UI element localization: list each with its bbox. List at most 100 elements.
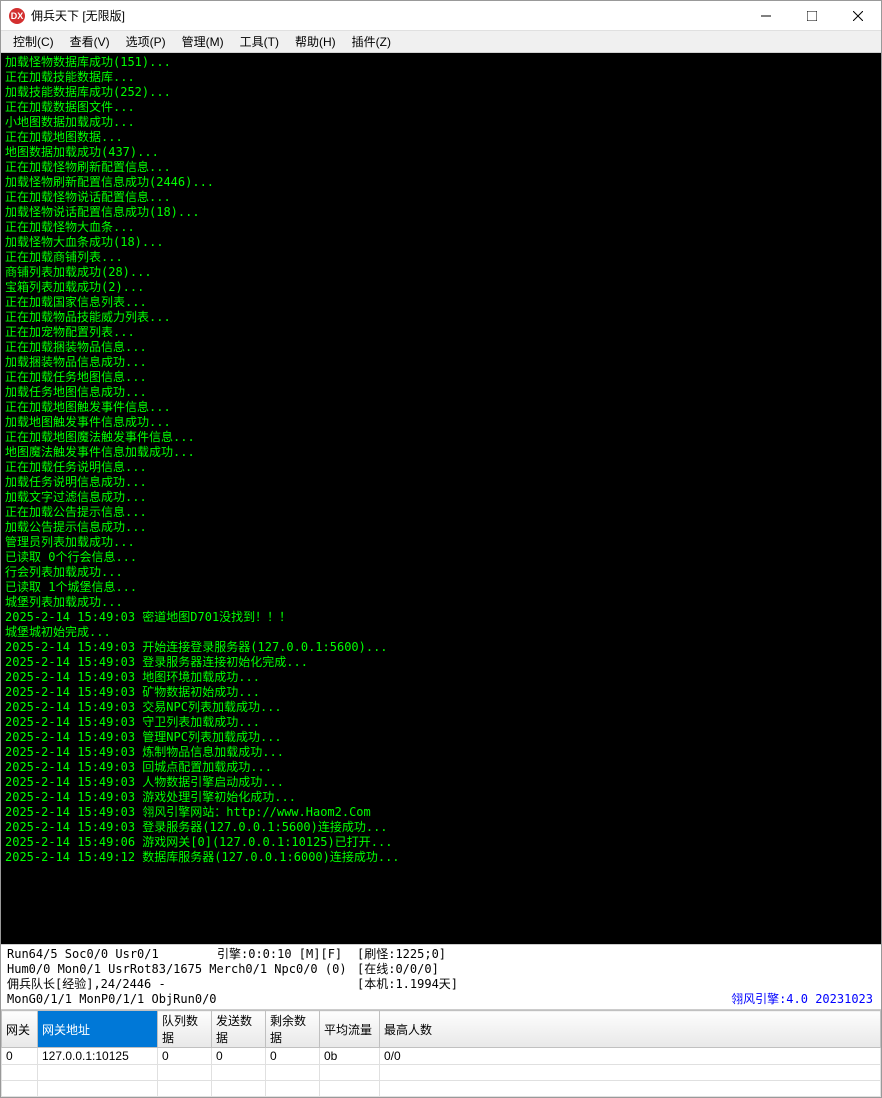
maximize-icon — [807, 11, 817, 21]
console-line: 已读取 0个行会信息... — [5, 550, 877, 565]
titlebar: DX 佣兵天下 [无限版] — [1, 1, 881, 31]
console-line: 2025-2-14 15:49:03 登录服务器连接初始化完成... — [5, 655, 877, 670]
console-line: 加载怪物大血条成功(18)... — [5, 235, 877, 250]
console-line: 加载怪物刷新配置信息成功(2446)... — [5, 175, 877, 190]
table-cell — [380, 1097, 881, 1098]
console-line: 加载公告提示信息成功... — [5, 520, 877, 535]
table-cell: 0 — [158, 1048, 212, 1065]
engine-version: 翎风引擎:4.0 20231023 — [731, 992, 873, 1007]
console-line: 加载地图触发事件信息成功... — [5, 415, 877, 430]
console-line: 正在加载数据图文件... — [5, 100, 877, 115]
console-line: 2025-2-14 15:49:06 游戏网关[0](127.0.0.1:101… — [5, 835, 877, 850]
stat-run: Run64/5 Soc0/0 Usr0/1 — [7, 947, 217, 962]
table-cell: 0 — [212, 1048, 266, 1065]
console-line: 地图魔法触发事件信息加载成功... — [5, 445, 877, 460]
console-line: 管理员列表加载成功... — [5, 535, 877, 550]
console-line: 正在加载物品技能威力列表... — [5, 310, 877, 325]
table-cell — [38, 1081, 158, 1097]
console-line: 2025-2-14 15:49:03 密道地图D701没找到！！！ — [5, 610, 877, 625]
table-row[interactable]: 0127.0.0.1:101250000b0/0 — [2, 1048, 881, 1065]
stat-mong: MonG0/1/1 MonP0/1/1 ObjRun0/0 — [7, 992, 217, 1007]
col-max[interactable]: 最高人数 — [380, 1011, 881, 1048]
table-cell — [380, 1065, 881, 1081]
menu-tools[interactable]: 工具(T) — [232, 31, 287, 52]
gateway-grid-wrap[interactable]: 网关 网关地址 队列数据 发送数据 剩余数据 平均流量 最高人数 0127.0.… — [1, 1009, 881, 1097]
console-line: 2025-2-14 15:49:03 登录服务器(127.0.0.1:5600)… — [5, 820, 877, 835]
close-button[interactable] — [835, 1, 881, 31]
table-cell — [266, 1081, 320, 1097]
console-line: 正在加载怪物刷新配置信息... — [5, 160, 877, 175]
minimize-button[interactable] — [743, 1, 789, 31]
console-line: 正在加载任务说明信息... — [5, 460, 877, 475]
stat-hum: Hum0/0 Mon0/1 UsrRot83/1675 Merch0/1 Npc… — [7, 962, 357, 977]
table-cell — [266, 1097, 320, 1098]
stat-local: [本机:1.1994天] — [357, 977, 557, 992]
console-line: 商铺列表加载成功(28)... — [5, 265, 877, 280]
table-cell — [38, 1065, 158, 1081]
menu-help[interactable]: 帮助(H) — [287, 31, 344, 52]
table-cell — [320, 1097, 380, 1098]
stat-online: [在线:0/0/0] — [357, 962, 557, 977]
col-avg[interactable]: 平均流量 — [320, 1011, 380, 1048]
console-line: 2025-2-14 15:49:03 翎风引擎网站：http://www.Hao… — [5, 805, 877, 820]
console-line: 2025-2-14 15:49:03 人物数据引擎启动成功... — [5, 775, 877, 790]
console-line: 加载任务地图信息成功... — [5, 385, 877, 400]
menu-control[interactable]: 控制(C) — [5, 31, 62, 52]
maximize-button[interactable] — [789, 1, 835, 31]
table-cell: 0 — [2, 1048, 38, 1065]
table-row[interactable] — [2, 1081, 881, 1097]
table-cell — [320, 1081, 380, 1097]
col-send[interactable]: 发送数据 — [212, 1011, 266, 1048]
table-cell — [158, 1065, 212, 1081]
table-row[interactable] — [2, 1065, 881, 1081]
gateway-grid: 网关 网关地址 队列数据 发送数据 剩余数据 平均流量 最高人数 0127.0.… — [1, 1010, 881, 1097]
table-cell — [212, 1097, 266, 1098]
menu-plugins[interactable]: 插件(Z) — [344, 31, 399, 52]
console-line: 2025-2-14 15:49:03 游戏处理引擎初始化成功... — [5, 790, 877, 805]
console-line: 正在加载技能数据库... — [5, 70, 877, 85]
console-line: 加载怪物说话配置信息成功(18)... — [5, 205, 877, 220]
table-cell — [212, 1065, 266, 1081]
console-line: 已读取 1个城堡信息... — [5, 580, 877, 595]
col-queue[interactable]: 队列数据 — [158, 1011, 212, 1048]
table-cell — [158, 1081, 212, 1097]
console-line: 加载捆装物品信息成功... — [5, 355, 877, 370]
table-cell — [2, 1097, 38, 1098]
menu-view[interactable]: 查看(V) — [62, 31, 118, 52]
close-icon — [853, 11, 863, 21]
console-line: 正在加载公告提示信息... — [5, 505, 877, 520]
console-line: 2025-2-14 15:49:03 炼制物品信息加载成功... — [5, 745, 877, 760]
console-line: 正在加载捆装物品信息... — [5, 340, 877, 355]
console-line: 正在加载怪物说话配置信息... — [5, 190, 877, 205]
console-line: 正在加载地图触发事件信息... — [5, 400, 877, 415]
table-cell: 0/0 — [380, 1048, 881, 1065]
minimize-icon — [761, 11, 771, 21]
col-gateway[interactable]: 网关 — [2, 1011, 38, 1048]
menu-options[interactable]: 选项(P) — [118, 31, 174, 52]
col-address[interactable]: 网关地址 — [38, 1011, 158, 1048]
stat-engine: 引擎:0:0:10 [M][F] — [217, 947, 357, 962]
console-line: 正在加载任务地图信息... — [5, 370, 877, 385]
console-line: 2025-2-14 15:49:03 守卫列表加载成功... — [5, 715, 877, 730]
console-line: 2025-2-14 15:49:03 管理NPC列表加载成功... — [5, 730, 877, 745]
window-title: 佣兵天下 [无限版] — [31, 7, 743, 24]
console-line: 正在加载商铺列表... — [5, 250, 877, 265]
col-remain[interactable]: 剩余数据 — [266, 1011, 320, 1048]
console-line: 城堡城初始完成... — [5, 625, 877, 640]
status-panel: Run64/5 Soc0/0 Usr0/1 引擎:0:0:10 [M][F] [… — [1, 944, 881, 1009]
table-cell: 0b — [320, 1048, 380, 1065]
table-cell — [38, 1097, 158, 1098]
table-row[interactable] — [2, 1097, 881, 1098]
console-line: 加载怪物数据库成功(151)... — [5, 55, 877, 70]
console-line: 宝箱列表加载成功(2)... — [5, 280, 877, 295]
menu-manage[interactable]: 管理(M) — [174, 31, 232, 52]
table-cell: 0 — [266, 1048, 320, 1065]
console-line: 地图数据加载成功(437)... — [5, 145, 877, 160]
app-icon: DX — [9, 8, 25, 24]
table-cell — [380, 1081, 881, 1097]
console-output[interactable]: 加载怪物数据库成功(151)...正在加载技能数据库...加载技能数据库成功(2… — [1, 53, 881, 944]
console-line: 2025-2-14 15:49:03 开始连接登录服务器(127.0.0.1:5… — [5, 640, 877, 655]
console-line: 加载任务说明信息成功... — [5, 475, 877, 490]
console-line: 正在加宠物配置列表... — [5, 325, 877, 340]
console-line: 正在加载怪物大血条... — [5, 220, 877, 235]
